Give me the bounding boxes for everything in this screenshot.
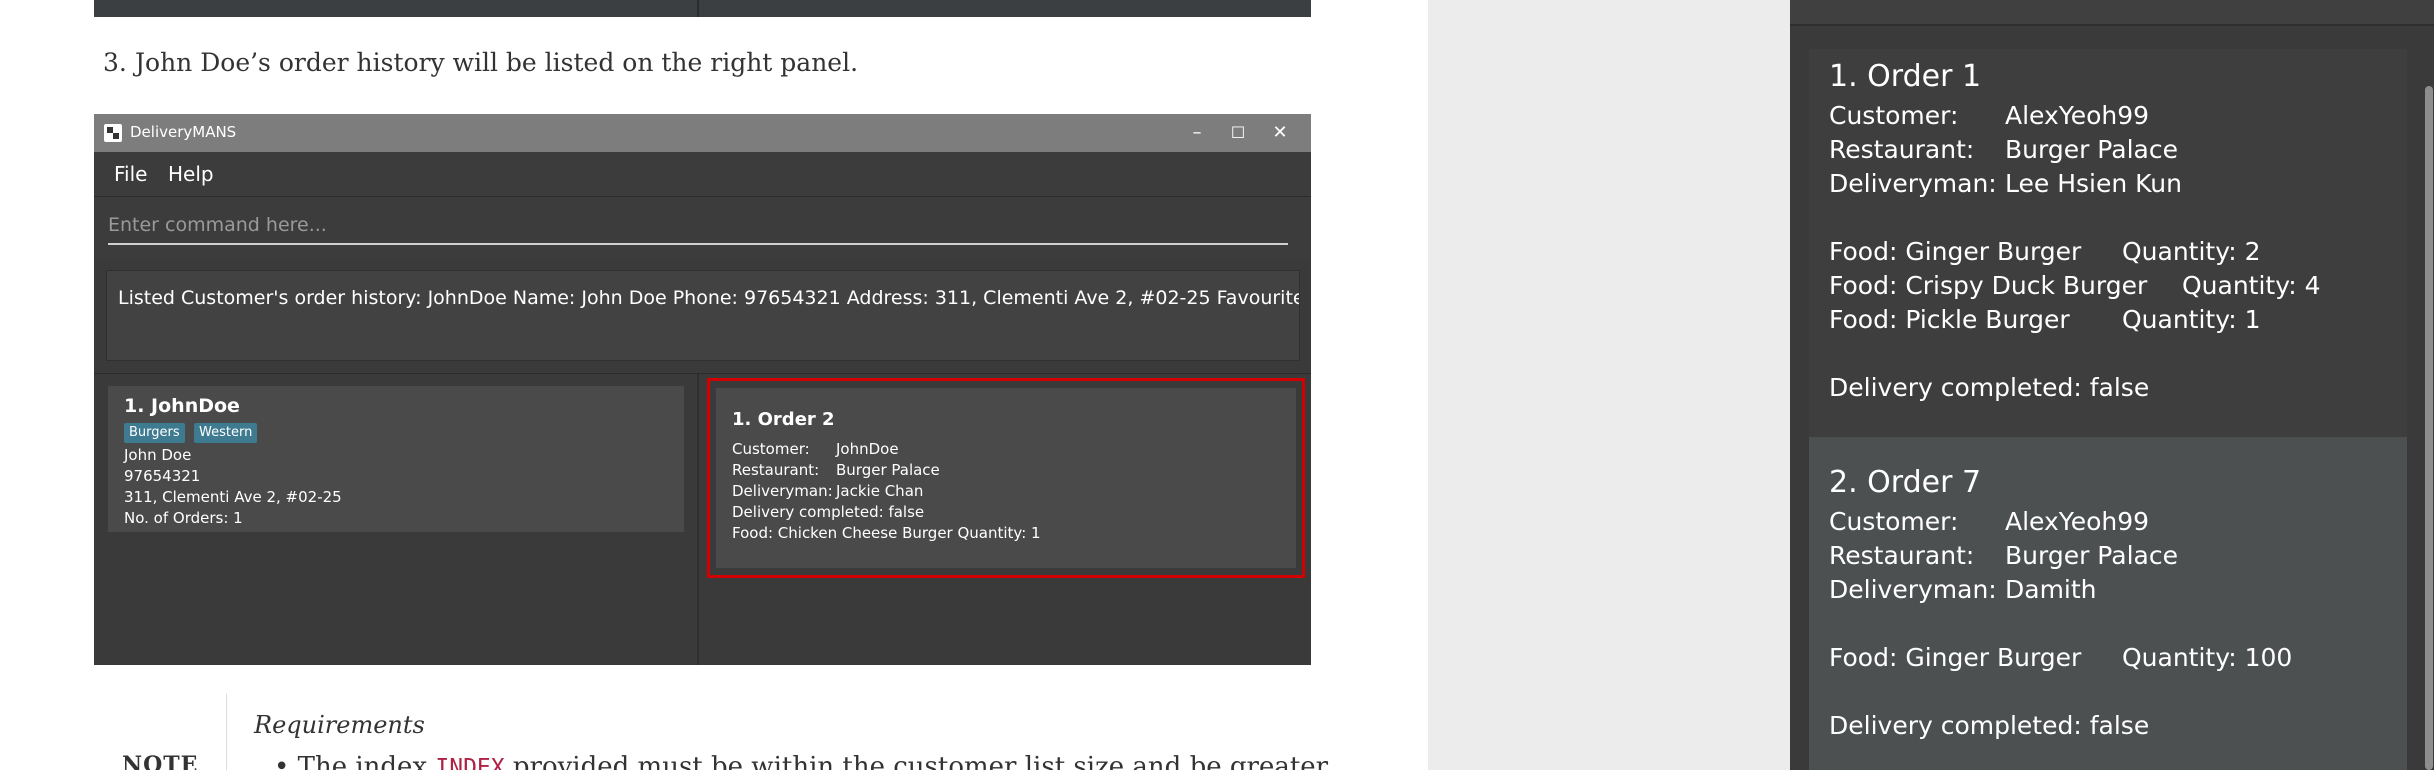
note-label: NOTE: [122, 752, 199, 770]
restaurant-label: Restaurant:: [1829, 541, 1975, 570]
order-card-2[interactable]: 2. Order 7 Customer: AlexYeoh99 Restauran…: [1809, 437, 2407, 770]
deliveryman-label: Deliveryman:: [1829, 169, 1997, 198]
list-panels: 1. JohnDoe Burgers Western John Doe 9765…: [94, 373, 1311, 665]
order-customer-row: Customer: AlexYeoh99: [1829, 101, 2149, 130]
menu-file[interactable]: File: [114, 162, 147, 186]
result-display: Listed Customer's order history: JohnDoe…: [106, 270, 1300, 361]
tag-western: Western: [194, 423, 258, 443]
restaurant-value: Burger Palace: [2005, 541, 2178, 570]
close-icon[interactable]: ✕: [1264, 118, 1296, 148]
panel-divider: [697, 0, 699, 17]
order-deliveryman-row: Deliveryman: Lee Hsien Kun: [1829, 169, 2182, 198]
step-text: John Doe’s order history will be listed …: [135, 48, 859, 77]
tag-burgers: Burgers: [124, 423, 185, 443]
menu-bar: File Help: [94, 152, 1311, 196]
result-text: Listed Customer's order history: JohnDoe…: [118, 287, 1300, 309]
app-window-screenshot: DeliveryMANS – ☐ ✕ File Help Listed Cust…: [94, 114, 1311, 665]
app-icon: [104, 124, 122, 142]
order-title: 2. Order 7: [1829, 465, 1982, 500]
food-quantity: Quantity: 100: [2122, 643, 2293, 672]
customer-value: AlexYeoh99: [2005, 101, 2150, 130]
food-item: Food: Ginger Burger: [1829, 237, 2082, 266]
command-box: [94, 196, 1311, 259]
order-card-1[interactable]: 1. Order 1 Customer: AlexYeoh99 Restauran…: [1809, 49, 2407, 437]
food-quantity: Quantity: 2: [2122, 237, 2261, 266]
previous-screenshot-bottom: [94, 0, 1311, 17]
restaurant-label: Restaurant:: [1829, 135, 1975, 164]
customer-label: Customer:: [1829, 507, 1959, 536]
panel-header-strip: [1790, 0, 2434, 26]
customer-label: Customer:: [1829, 101, 1959, 130]
food-item: Food: Crispy Duck Burger: [1829, 271, 2148, 300]
highlight-box: [707, 378, 1305, 578]
deliveryman-label: Deliveryman:: [1829, 575, 1997, 604]
delivery-status: Delivery completed: false: [1829, 373, 2150, 402]
customer-name: John Doe: [124, 446, 192, 464]
bullet-suffix: provided must be within the customer lis…: [504, 752, 1329, 770]
order-title: 1. Order 1: [1829, 59, 1982, 94]
food-item: Food: Pickle Burger: [1829, 305, 2070, 334]
panel-divider[interactable]: [697, 374, 699, 665]
food-quantity: Quantity: 1: [2122, 305, 2261, 334]
bullet-icon: •: [274, 752, 298, 770]
window-title: DeliveryMANS: [130, 123, 237, 141]
order-restaurant-row: Restaurant: Burger Palace: [1829, 135, 2178, 164]
index-code: INDEX: [435, 755, 505, 770]
order-deliveryman-row: Deliveryman: Damith: [1829, 575, 2097, 604]
note-divider: [226, 694, 227, 770]
restaurant-value: Burger Palace: [2005, 135, 2178, 164]
requirement-bullet: • The index INDEX provided must be withi…: [274, 752, 1328, 770]
deliveryman-value: Damith: [2005, 575, 2097, 604]
background-gap: [1428, 0, 1790, 770]
documentation-page: 3. John Doe’s order history will be liste…: [0, 0, 1428, 770]
maximize-icon[interactable]: ☐: [1222, 118, 1254, 148]
customer-value: AlexYeoh99: [2005, 507, 2150, 536]
customer-address: 311, Clementi Ave 2, #02-25: [124, 488, 342, 506]
bullet-prefix: The index: [297, 752, 436, 770]
deliveryman-value: Lee Hsien Kun: [2005, 169, 2182, 198]
step-3-text: 3. John Doe’s order history will be liste…: [103, 48, 858, 77]
menu-help[interactable]: Help: [168, 162, 214, 186]
customer-phone: 97654321: [124, 467, 201, 485]
customer-header: 1. JohnDoe: [124, 395, 240, 417]
food-quantity: Quantity: 4: [2182, 271, 2321, 300]
command-input[interactable]: [108, 207, 1288, 245]
window-titlebar: DeliveryMANS – ☐ ✕: [94, 114, 1311, 152]
order-list-panel: 1. Order 1 Customer: AlexYeoh99 Restauran…: [1790, 0, 2434, 770]
food-item: Food: Ginger Burger: [1829, 643, 2082, 672]
order-customer-row: Customer: AlexYeoh99: [1829, 507, 2149, 536]
step-number: 3.: [103, 48, 127, 77]
order-restaurant-row: Restaurant: Burger Palace: [1829, 541, 2178, 570]
requirements-title: Requirements: [254, 711, 425, 739]
minimize-icon[interactable]: –: [1181, 118, 1213, 148]
customer-order-count: No. of Orders: 1: [124, 509, 243, 527]
customer-card[interactable]: 1. JohnDoe Burgers Western John Doe 9765…: [108, 386, 684, 532]
vertical-scrollbar[interactable]: [2425, 86, 2433, 770]
delivery-status: Delivery completed: false: [1829, 711, 2150, 740]
